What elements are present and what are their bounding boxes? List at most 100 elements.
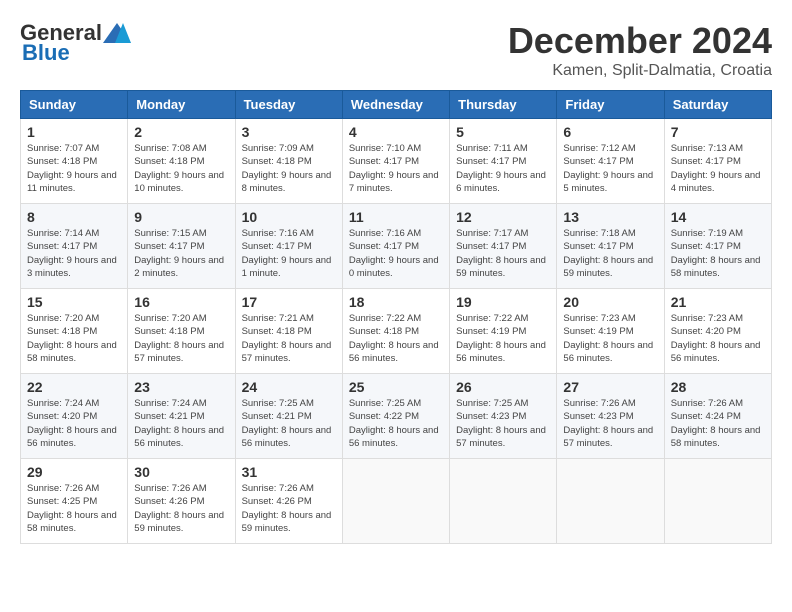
day-info-7: Sunrise: 7:13 AM Sunset: 4:17 PM Dayligh… bbox=[671, 142, 765, 195]
day-cell-12: 12Sunrise: 7:17 AM Sunset: 4:17 PM Dayli… bbox=[450, 204, 557, 289]
col-saturday: Saturday bbox=[664, 91, 771, 119]
day-info-26: Sunrise: 7:25 AM Sunset: 4:23 PM Dayligh… bbox=[456, 397, 550, 450]
day-number-16: 16 bbox=[134, 294, 228, 310]
day-number-4: 4 bbox=[349, 124, 443, 140]
day-info-25: Sunrise: 7:25 AM Sunset: 4:22 PM Dayligh… bbox=[349, 397, 443, 450]
col-thursday: Thursday bbox=[450, 91, 557, 119]
empty-cell bbox=[342, 459, 449, 544]
day-info-24: Sunrise: 7:25 AM Sunset: 4:21 PM Dayligh… bbox=[242, 397, 336, 450]
day-number-8: 8 bbox=[27, 209, 121, 225]
page-header: General Blue December 2024 Kamen, Split-… bbox=[20, 20, 772, 80]
day-cell-17: 17 Sunrise: 7:21 AM Sunset: 4:18 PM Dayli… bbox=[235, 289, 342, 374]
day-number-29: 29 bbox=[27, 464, 121, 480]
day-cell-21: 21 Sunrise: 7:23 AM Sunset: 4:20 PM Dayli… bbox=[664, 289, 771, 374]
day-info-19: Sunrise: 7:22 AM Sunset: 4:19 PM Dayligh… bbox=[456, 312, 550, 365]
calendar-week-1: 1 Sunrise: 7:07 AM Sunset: 4:18 PM Daylig… bbox=[21, 119, 772, 204]
day-cell-4: 4 Sunrise: 7:10 AM Sunset: 4:17 PM Daylig… bbox=[342, 119, 449, 204]
day-number-14: 14 bbox=[671, 209, 765, 225]
calendar-week-4: 22 Sunrise: 7:24 AM Sunset: 4:20 PM Dayli… bbox=[21, 374, 772, 459]
day-number-20: 20 bbox=[563, 294, 657, 310]
day-number-19: 19 bbox=[456, 294, 550, 310]
calendar-week-5: 29 Sunrise: 7:26 AM Sunset: 4:25 PM Dayli… bbox=[21, 459, 772, 544]
day-info-5: Sunrise: 7:11 AM Sunset: 4:17 PM Dayligh… bbox=[456, 142, 550, 195]
day-cell-13: 13Sunrise: 7:18 AM Sunset: 4:17 PM Dayli… bbox=[557, 204, 664, 289]
day-cell-20: 20 Sunrise: 7:23 AM Sunset: 4:19 PM Dayli… bbox=[557, 289, 664, 374]
day-info-21: Sunrise: 7:23 AM Sunset: 4:20 PM Dayligh… bbox=[671, 312, 765, 365]
day-cell-19: 19 Sunrise: 7:22 AM Sunset: 4:19 PM Dayli… bbox=[450, 289, 557, 374]
day-number-6: 6 bbox=[563, 124, 657, 140]
day-cell-14: 14Sunrise: 7:19 AM Sunset: 4:17 PM Dayli… bbox=[664, 204, 771, 289]
day-info-23: Sunrise: 7:24 AM Sunset: 4:21 PM Dayligh… bbox=[134, 397, 228, 450]
day-info-20: Sunrise: 7:23 AM Sunset: 4:19 PM Dayligh… bbox=[563, 312, 657, 365]
title-section: December 2024 Kamen, Split-Dalmatia, Cro… bbox=[508, 20, 772, 80]
month-title: December 2024 bbox=[508, 20, 772, 62]
day-number-27: 27 bbox=[563, 379, 657, 395]
day-number-11: 11 bbox=[349, 209, 443, 225]
day-info-18: Sunrise: 7:22 AM Sunset: 4:18 PM Dayligh… bbox=[349, 312, 443, 365]
day-cell-6: 6 Sunrise: 7:12 AM Sunset: 4:17 PM Daylig… bbox=[557, 119, 664, 204]
day-cell-18: 18Sunrise: 7:22 AM Sunset: 4:18 PM Dayli… bbox=[342, 289, 449, 374]
day-number-25: 25 bbox=[349, 379, 443, 395]
day-number-2: 2 bbox=[134, 124, 228, 140]
day-cell-24: 24 Sunrise: 7:25 AM Sunset: 4:21 PM Dayli… bbox=[235, 374, 342, 459]
day-number-24: 24 bbox=[242, 379, 336, 395]
logo-blue: Blue bbox=[22, 40, 70, 66]
day-info-31: Sunrise: 7:26 AM Sunset: 4:26 PM Dayligh… bbox=[242, 482, 336, 535]
day-number-26: 26 bbox=[456, 379, 550, 395]
day-number-21: 21 bbox=[671, 294, 765, 310]
empty-cell bbox=[450, 459, 557, 544]
day-cell-7: 7 Sunrise: 7:13 AM Sunset: 4:17 PM Daylig… bbox=[664, 119, 771, 204]
day-info-15: Sunrise: 7:20 AM Sunset: 4:18 PM Dayligh… bbox=[27, 312, 121, 365]
day-cell-30: 30 Sunrise: 7:26 AM Sunset: 4:26 PM Dayli… bbox=[128, 459, 235, 544]
day-info-27: Sunrise: 7:26 AM Sunset: 4:23 PM Dayligh… bbox=[563, 397, 657, 450]
day-info-1: Sunrise: 7:07 AM Sunset: 4:18 PM Dayligh… bbox=[27, 142, 121, 195]
day-info-11: Sunrise: 7:16 AM Sunset: 4:17 PM Dayligh… bbox=[349, 227, 443, 280]
day-number-1: 1 bbox=[27, 124, 121, 140]
day-cell-11: 11 Sunrise: 7:16 AM Sunset: 4:17 PM Dayli… bbox=[342, 204, 449, 289]
day-number-15: 15 bbox=[27, 294, 121, 310]
day-cell-2: 2 Sunrise: 7:08 AM Sunset: 4:18 PM Daylig… bbox=[128, 119, 235, 204]
day-number-17: 17 bbox=[242, 294, 336, 310]
day-info-2: Sunrise: 7:08 AM Sunset: 4:18 PM Dayligh… bbox=[134, 142, 228, 195]
day-cell-22: 22 Sunrise: 7:24 AM Sunset: 4:20 PM Dayli… bbox=[21, 374, 128, 459]
calendar-table: Sunday Monday Tuesday Wednesday Thursday… bbox=[20, 90, 772, 544]
day-info-28: Sunrise: 7:26 AM Sunset: 4:24 PM Dayligh… bbox=[671, 397, 765, 450]
col-sunday: Sunday bbox=[21, 91, 128, 119]
day-cell-15: 15 Sunrise: 7:20 AM Sunset: 4:18 PM Dayli… bbox=[21, 289, 128, 374]
empty-cell bbox=[664, 459, 771, 544]
day-number-30: 30 bbox=[134, 464, 228, 480]
day-number-28: 28 bbox=[671, 379, 765, 395]
day-cell-8: 8 Sunrise: 7:14 AM Sunset: 4:17 PM Daylig… bbox=[21, 204, 128, 289]
day-number-23: 23 bbox=[134, 379, 228, 395]
day-info-6: Sunrise: 7:12 AM Sunset: 4:17 PM Dayligh… bbox=[563, 142, 657, 195]
day-cell-16: 16 Sunrise: 7:20 AM Sunset: 4:18 PM Dayli… bbox=[128, 289, 235, 374]
calendar-header-row: Sunday Monday Tuesday Wednesday Thursday… bbox=[21, 91, 772, 119]
day-number-12: 12 bbox=[456, 209, 550, 225]
day-cell-31: 31 Sunrise: 7:26 AM Sunset: 4:26 PM Dayli… bbox=[235, 459, 342, 544]
day-cell-26: 26 Sunrise: 7:25 AM Sunset: 4:23 PM Dayli… bbox=[450, 374, 557, 459]
day-cell-27: 27 Sunrise: 7:26 AM Sunset: 4:23 PM Dayli… bbox=[557, 374, 664, 459]
day-info-17: Sunrise: 7:21 AM Sunset: 4:18 PM Dayligh… bbox=[242, 312, 336, 365]
day-cell-29: 29 Sunrise: 7:26 AM Sunset: 4:25 PM Dayli… bbox=[21, 459, 128, 544]
day-cell-10: 10 Sunrise: 7:16 AM Sunset: 4:17 PM Dayli… bbox=[235, 204, 342, 289]
day-number-10: 10 bbox=[242, 209, 336, 225]
day-info-3: Sunrise: 7:09 AM Sunset: 4:18 PM Dayligh… bbox=[242, 142, 336, 195]
day-number-22: 22 bbox=[27, 379, 121, 395]
day-info-29: Sunrise: 7:26 AM Sunset: 4:25 PM Dayligh… bbox=[27, 482, 121, 535]
day-number-7: 7 bbox=[671, 124, 765, 140]
day-cell-9: 9Sunrise: 7:15 AM Sunset: 4:17 PM Daylig… bbox=[128, 204, 235, 289]
day-info-8: Sunrise: 7:14 AM Sunset: 4:17 PM Dayligh… bbox=[27, 227, 121, 280]
day-number-31: 31 bbox=[242, 464, 336, 480]
day-cell-28: 28 Sunrise: 7:26 AM Sunset: 4:24 PM Dayli… bbox=[664, 374, 771, 459]
day-cell-25: 25 Sunrise: 7:25 AM Sunset: 4:22 PM Dayli… bbox=[342, 374, 449, 459]
day-info-4: Sunrise: 7:10 AM Sunset: 4:17 PM Dayligh… bbox=[349, 142, 443, 195]
day-info-16: Sunrise: 7:20 AM Sunset: 4:18 PM Dayligh… bbox=[134, 312, 228, 365]
day-info-10: Sunrise: 7:16 AM Sunset: 4:17 PM Dayligh… bbox=[242, 227, 336, 280]
day-info-22: Sunrise: 7:24 AM Sunset: 4:20 PM Dayligh… bbox=[27, 397, 121, 450]
day-number-5: 5 bbox=[456, 124, 550, 140]
col-friday: Friday bbox=[557, 91, 664, 119]
day-cell-3: 3Sunrise: 7:09 AM Sunset: 4:18 PM Daylig… bbox=[235, 119, 342, 204]
day-number-13: 13 bbox=[563, 209, 657, 225]
day-info-30: Sunrise: 7:26 AM Sunset: 4:26 PM Dayligh… bbox=[134, 482, 228, 535]
empty-cell bbox=[557, 459, 664, 544]
